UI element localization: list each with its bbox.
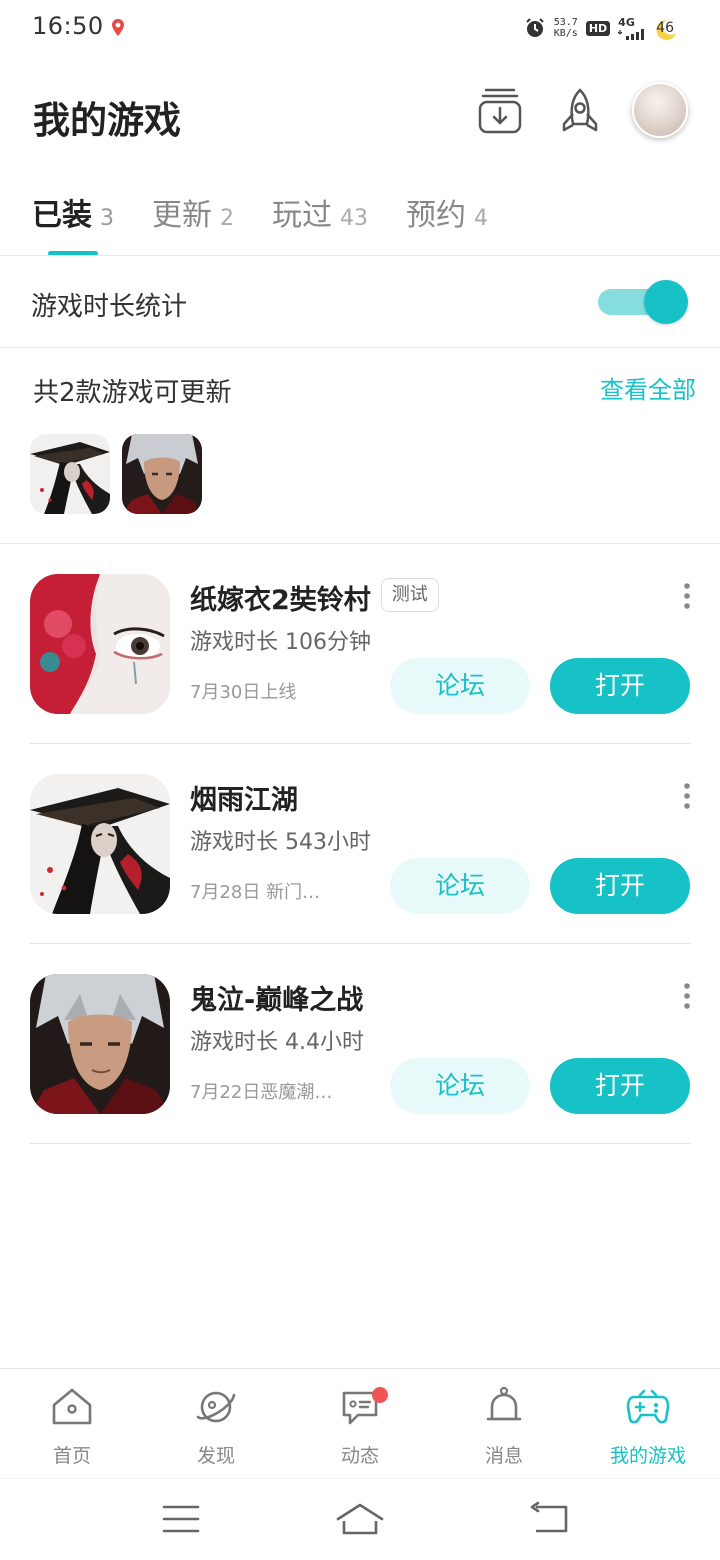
updates-title: 共2款游戏可更新	[33, 378, 232, 408]
nav-feed[interactable]: 动态	[288, 1369, 432, 1477]
tab-label: 更新	[152, 198, 212, 233]
game-row-yanyu[interactable]: 烟雨江湖 游戏时长 543小时 7月28日 新门… 论坛 打开	[0, 744, 720, 944]
game-art-swordsman	[30, 774, 170, 914]
home-system-icon[interactable]	[334, 1499, 386, 1539]
more-options-icon[interactable]	[676, 982, 698, 1010]
tab-label: 玩过	[272, 198, 332, 233]
test-badge: 测试	[380, 578, 439, 612]
nav-label: 首页	[52, 1445, 91, 1467]
nav-label: 发现	[196, 1445, 235, 1467]
user-avatar[interactable]	[632, 82, 688, 138]
game-art-opera-face	[30, 574, 170, 714]
hd-badge: HD	[585, 20, 611, 36]
nav-discover[interactable]: 发现	[144, 1369, 288, 1477]
menu-icon[interactable]	[154, 1499, 206, 1539]
location-icon	[112, 19, 124, 36]
forum-button[interactable]: 论坛	[390, 658, 530, 714]
game-name: 烟雨江湖	[190, 785, 298, 816]
status-time: 16:50	[32, 12, 104, 40]
game-art-swordsman	[30, 434, 110, 514]
bell-icon	[486, 1386, 522, 1421]
tab-played[interactable]: 玩过 43	[272, 190, 368, 250]
game-icon[interactable]	[30, 974, 170, 1114]
back-icon[interactable]	[522, 1499, 574, 1539]
home-icon	[52, 1388, 92, 1425]
more-options-icon[interactable]	[676, 782, 698, 810]
more-options-icon[interactable]	[676, 582, 698, 610]
alarm-icon	[526, 18, 544, 37]
view-all-link[interactable]: 查看全部	[600, 370, 696, 405]
page-title: 我的游戏	[33, 99, 181, 142]
signal-icon	[618, 28, 645, 40]
network-speed: 53.7 KB/s	[554, 17, 578, 39]
status-icons: 53.7 KB/s HD 4G 46	[524, 14, 677, 42]
tab-installed[interactable]: 已装 3	[32, 190, 114, 256]
divider	[30, 1143, 690, 1144]
game-icon[interactable]	[30, 574, 170, 714]
update-game-thumb-guiqi[interactable]	[122, 434, 202, 514]
game-playtime: 游戏时长 106分钟	[190, 630, 371, 655]
game-playtime: 游戏时长 543小时	[190, 830, 371, 855]
nav-home[interactable]: 首页	[0, 1369, 144, 1477]
open-button[interactable]: 打开	[550, 1058, 690, 1114]
network-type: 4G	[618, 15, 635, 29]
tab-label: 预约	[406, 198, 466, 233]
nav-label: 我的游戏	[609, 1445, 686, 1467]
game-playtime: 游戏时长 4.4小时	[190, 1030, 364, 1055]
signal-group: 4G	[618, 17, 648, 40]
tab-reserved[interactable]: 预约 4	[406, 190, 488, 250]
game-icon[interactable]	[30, 774, 170, 914]
tab-count: 43	[340, 206, 368, 231]
nav-my-games[interactable]: 我的游戏	[576, 1369, 720, 1477]
tab-count: 3	[100, 206, 114, 231]
game-name: 鬼泣-巅峰之战	[190, 985, 364, 1016]
battery-indicator: 46	[656, 20, 677, 40]
divider	[0, 255, 720, 256]
rocket-icon[interactable]	[554, 84, 606, 140]
speed-unit: KB/s	[553, 28, 578, 39]
toggle-knob	[644, 280, 688, 324]
forum-button[interactable]: 论坛	[390, 1058, 530, 1114]
update-game-thumb-yanyu[interactable]	[30, 434, 110, 514]
game-art-silver-hair	[122, 434, 202, 514]
download-manager-icon[interactable]	[474, 84, 526, 140]
playtime-stats-toggle[interactable]	[598, 280, 688, 324]
tab-updates[interactable]: 更新 2	[152, 190, 234, 250]
tab-count: 4	[474, 206, 488, 231]
open-button[interactable]: 打开	[550, 858, 690, 914]
playtime-stats-label: 游戏时长统计	[31, 292, 188, 322]
bottom-nav: 首页 发现 动态 消息 我的游戏	[0, 1368, 720, 1478]
nav-messages[interactable]: 消息	[432, 1369, 576, 1477]
planet-icon	[196, 1391, 236, 1423]
game-art-silver-hair	[30, 974, 170, 1114]
game-name: 纸嫁衣2奘铃村	[190, 585, 371, 616]
open-button[interactable]: 打开	[550, 658, 690, 714]
notification-dot	[372, 1387, 388, 1403]
divider	[0, 347, 720, 348]
forum-button[interactable]: 论坛	[390, 858, 530, 914]
game-row-guiqi[interactable]: 鬼泣-巅峰之战 游戏时长 4.4小时 7月22日恶魔潮… 论坛 打开	[0, 944, 720, 1144]
game-release-date: 7月22日恶魔潮…	[190, 1082, 333, 1103]
game-release-date: 7月28日 新门…	[190, 882, 321, 903]
tab-count: 2	[220, 206, 234, 231]
nav-label: 动态	[340, 1445, 379, 1467]
battery-level: 46	[656, 20, 674, 36]
status-bar: 16:50 53.7 KB/s HD 4G 46	[0, 0, 720, 56]
game-release-date: 7月30日上线	[190, 682, 297, 703]
tab-bar: 已装 3 更新 2 玩过 43 预约 4	[32, 190, 526, 256]
nav-label: 消息	[484, 1445, 523, 1467]
speed-value: 53.7	[553, 17, 578, 28]
tab-label: 已装	[32, 198, 92, 233]
system-nav-bar	[0, 1478, 720, 1560]
game-row-zhijiayi[interactable]: 纸嫁衣2奘铃村 测试 游戏时长 106分钟 7月30日上线 论坛 打开	[0, 544, 720, 744]
gamepad-icon	[626, 1389, 670, 1424]
